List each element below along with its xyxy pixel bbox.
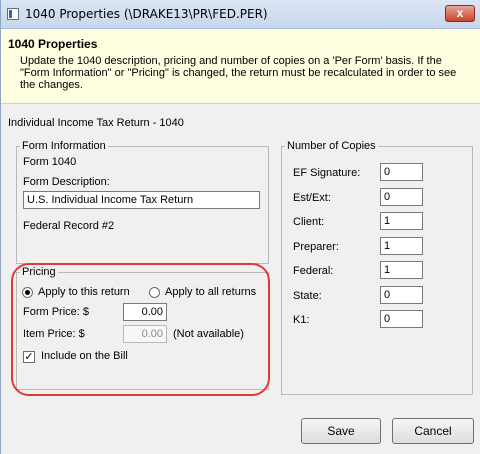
form-type-label: Individual Income Tax Return - 1040 — [8, 117, 184, 129]
save-button[interactable]: Save — [301, 418, 381, 444]
form-description-label: Form Description: — [23, 176, 110, 188]
header-title: 1040 Properties — [8, 37, 98, 51]
copies-input[interactable]: 1 — [380, 261, 423, 279]
include-on-bill-label[interactable]: Include on the Bill — [41, 350, 128, 362]
copies-input[interactable]: 0 — [380, 163, 423, 181]
copies-label: Client: — [293, 216, 325, 228]
info-header: 1040 Properties Update the 1040 descript… — [1, 29, 480, 104]
window-title: 1040 Properties (\DRAKE13\PR\FED.PER) — [25, 7, 268, 21]
copies-legend: Number of Copies — [287, 140, 376, 152]
copies-input[interactable]: 0 — [380, 188, 423, 206]
form-information-legend: Form Information — [22, 140, 106, 152]
copies-input[interactable]: 1 — [380, 237, 423, 255]
header-description: Update the 1040 description, pricing and… — [20, 55, 457, 91]
app-icon — [7, 8, 19, 20]
cancel-button[interactable]: Cancel — [392, 418, 474, 444]
copies-label: Federal: — [293, 265, 334, 277]
apply-this-return-radio[interactable] — [22, 287, 33, 298]
form-price-label: Form Price: $ — [23, 306, 90, 318]
apply-all-returns-radio[interactable] — [149, 287, 160, 298]
close-button[interactable]: x — [445, 5, 475, 22]
copies-input[interactable]: 1 — [380, 212, 423, 230]
copies-input[interactable]: 0 — [380, 310, 423, 328]
copies-label: Preparer: — [293, 241, 339, 253]
form-price-input[interactable]: 0.00 — [123, 303, 167, 321]
properties-window: 1040 Properties (\DRAKE13\PR\FED.PER) x … — [0, 0, 480, 454]
form-description-input[interactable]: U.S. Individual Income Tax Return — [23, 191, 260, 209]
copies-label: Est/Ext: — [293, 192, 331, 204]
form-name: Form 1040 — [23, 156, 77, 168]
item-price-note: (Not available) — [173, 328, 244, 340]
include-on-bill-checkbox[interactable]: ✓ — [23, 351, 35, 363]
item-price-label: Item Price: $ — [23, 328, 85, 340]
title-bar[interactable]: 1040 Properties (\DRAKE13\PR\FED.PER) x — [1, 0, 480, 29]
apply-all-returns-label[interactable]: Apply to all returns — [165, 286, 256, 298]
copies-input[interactable]: 0 — [380, 286, 423, 304]
apply-this-return-label[interactable]: Apply to this return — [38, 286, 130, 298]
item-price-input: 0.00 — [123, 325, 167, 343]
copies-label: K1: — [293, 314, 310, 326]
pricing-legend: Pricing — [22, 266, 56, 278]
copies-label: EF Signature: — [293, 167, 361, 179]
federal-record: Federal Record #2 — [23, 220, 115, 232]
copies-label: State: — [293, 290, 322, 302]
